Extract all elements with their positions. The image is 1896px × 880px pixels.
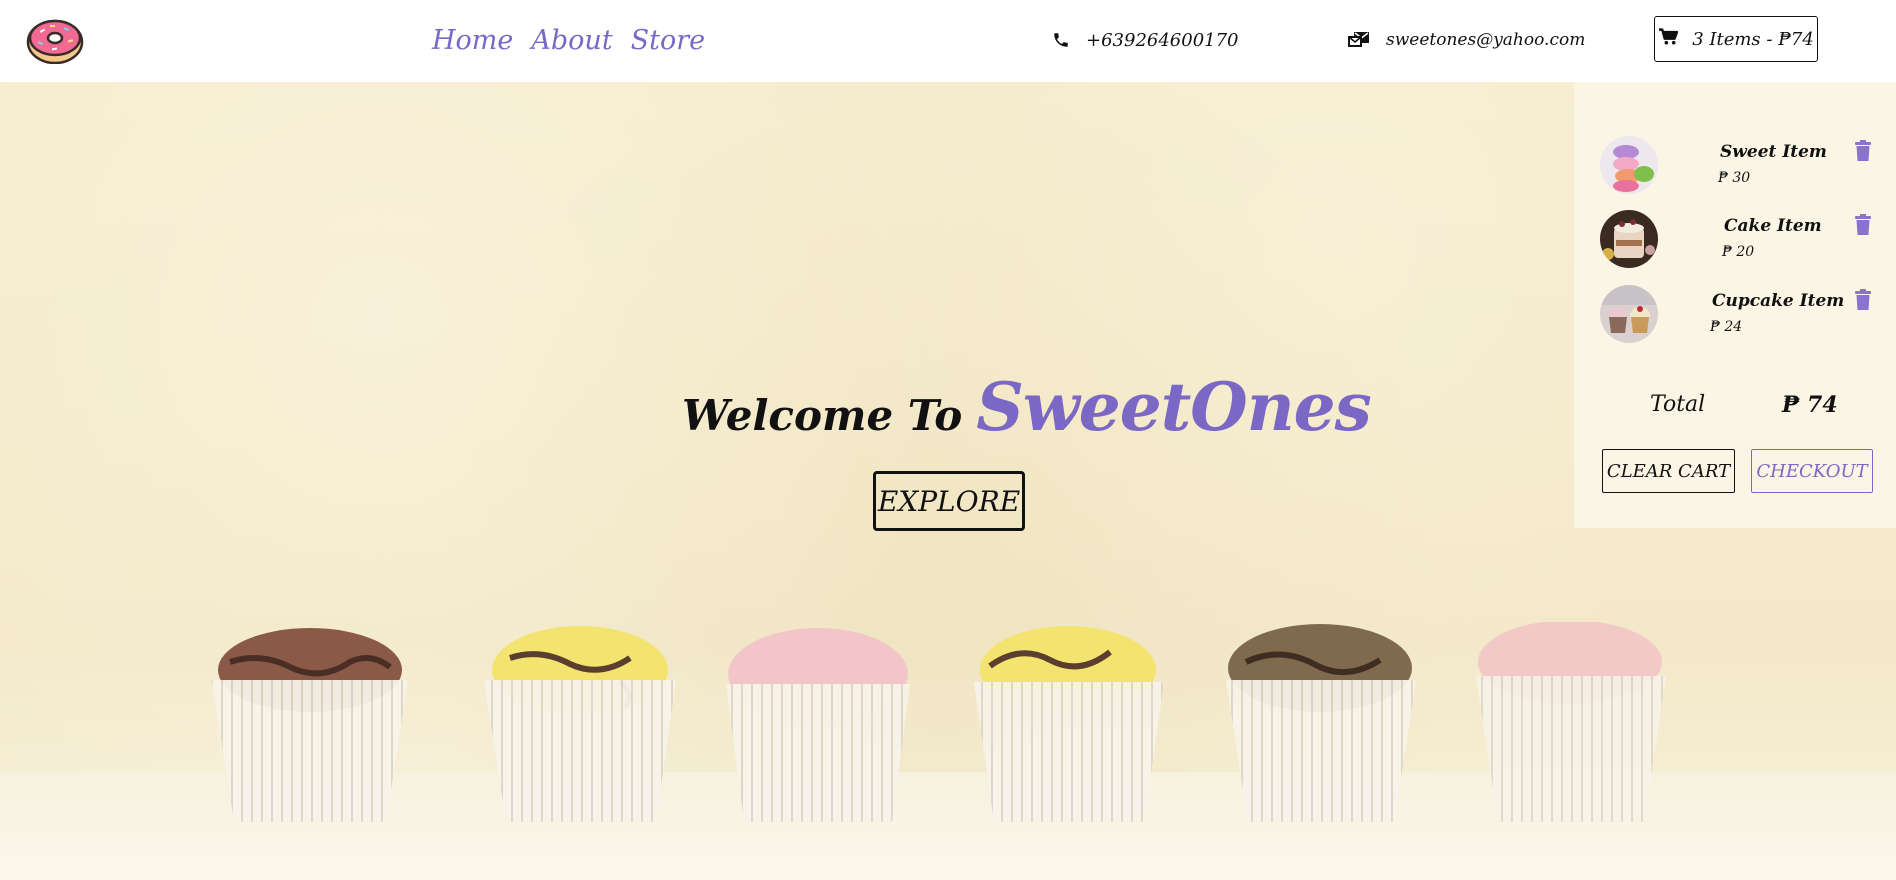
cart-total-value: ₱ 74 <box>1782 392 1838 418</box>
cupcakes-background-image <box>212 622 1666 822</box>
welcome-text: Welcome To <box>682 391 963 440</box>
main-nav: Home About Store <box>432 20 705 60</box>
cart-item-price: ₱ 30 <box>1718 170 1751 186</box>
explore-button[interactable]: EXPLORE <box>873 471 1025 531</box>
cart-item-title: Cupcake Item <box>1712 291 1845 311</box>
donut-logo-icon[interactable] <box>26 16 84 65</box>
cart-button[interactable]: 3 Items - ₱74 <box>1654 16 1818 62</box>
trash-icon[interactable] <box>1854 289 1872 311</box>
cart-item-price: ₱ 24 <box>1710 319 1743 335</box>
cart-item-thumbnail <box>1600 136 1658 194</box>
cart-summary: 3 Items - ₱74 <box>1692 28 1814 50</box>
brand-name: SweetOnes <box>976 368 1372 446</box>
cart-item-title: Sweet Item <box>1720 142 1827 162</box>
cupcake-pink <box>726 628 910 822</box>
nav-link-home[interactable]: Home <box>432 25 513 56</box>
cart-item: Cake Item ₱ 20 <box>1600 210 1880 270</box>
cart-total-label: Total <box>1650 392 1706 417</box>
cupcake-yellow <box>484 626 676 822</box>
shopping-cart-icon <box>1658 27 1679 51</box>
phone-icon <box>1052 31 1070 49</box>
email-address[interactable]: sweetones@yahoo.com <box>1386 30 1585 50</box>
trash-icon[interactable] <box>1854 140 1872 162</box>
phone-contact: +639264600170 <box>1052 26 1239 54</box>
hero-heading: Welcome To SweetOnes <box>682 368 1372 468</box>
nav-link-store[interactable]: Store <box>631 25 706 56</box>
cart-item: Cupcake Item ₱ 24 <box>1600 285 1880 345</box>
cart-panel: Sweet Item ₱ 30 Cake Item ₱ 20 Cupcake I… <box>1574 82 1896 528</box>
cupcake-chocolate <box>212 628 408 822</box>
cart-item-thumbnail <box>1600 210 1658 268</box>
email-contact: sweetones@yahoo.com <box>1348 26 1585 54</box>
cart-item-thumbnail <box>1600 285 1658 343</box>
clear-cart-button[interactable]: CLEAR CART <box>1602 449 1735 493</box>
phone-number: +639264600170 <box>1086 29 1239 51</box>
trash-icon[interactable] <box>1854 214 1872 236</box>
cupcake-pink-2 <box>1476 622 1666 822</box>
checkout-button[interactable]: CHECKOUT <box>1751 449 1873 493</box>
cupcake-chocolate-2 <box>1226 624 1416 822</box>
cart-item: Sweet Item ₱ 30 <box>1600 136 1880 196</box>
navbar: Home About Store +639264600170 sweetones… <box>0 0 1896 82</box>
nav-link-about[interactable]: About <box>531 25 612 56</box>
cart-item-price: ₱ 20 <box>1722 244 1755 260</box>
cart-item-title: Cake Item <box>1724 216 1822 236</box>
cupcake-yellow-2 <box>974 626 1164 822</box>
envelope-icon <box>1348 31 1370 49</box>
